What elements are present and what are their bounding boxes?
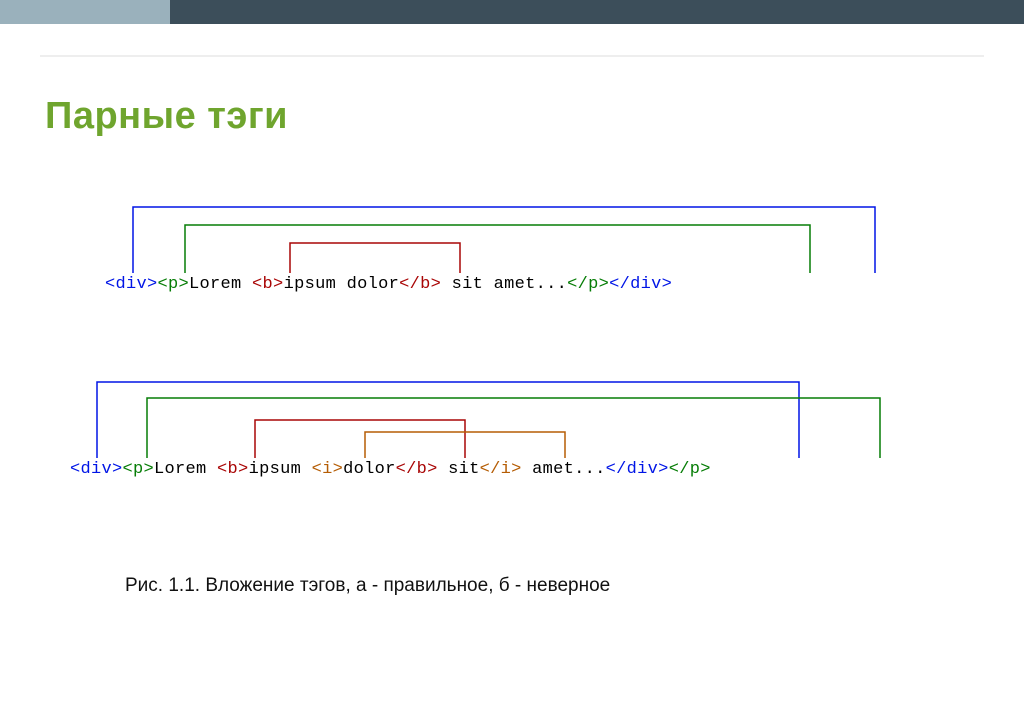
header-accent [0,0,170,24]
text-sit-b: sit [438,460,480,479]
tag-b-open: <b> [252,275,284,294]
brackets-a [65,195,960,275]
text-amet-b: amet... [522,460,606,479]
tag-div-open: <div> [105,275,158,294]
tag-b-close-b: </b> [396,460,438,479]
page-title: Парные тэги [45,95,288,138]
tag-b-close: </b> [399,275,441,294]
code-line-a: <div><p>Lorem <b>ipsum dolor</b> sit ame… [105,275,672,294]
tag-p-open: <p> [158,275,190,294]
figure-caption: Рис. 1.1. Вложение тэгов, а - правильное… [125,575,610,597]
text-lorem: Lorem [189,275,252,294]
header-bar [0,0,1024,24]
tag-div-open-b: <div> [70,460,123,479]
text-ipsum-dolor: ipsum dolor [284,275,400,294]
tag-div-close-b: </div> [606,460,669,479]
example-b: <div><p>Lorem <b>ipsum <i>dolor</b> sit<… [65,370,960,490]
tag-i-open-b: <i> [312,460,344,479]
tag-p-close-b: </p> [669,460,711,479]
tag-p-open-b: <p> [123,460,155,479]
code-line-b: <div><p>Lorem <b>ipsum <i>dolor</b> sit<… [70,460,711,479]
tag-i-close-b: </i> [480,460,522,479]
text-sit-amet: sit amet... [441,275,567,294]
brackets-b [65,370,960,460]
text-dolor-b: dolor [343,460,396,479]
example-a: <div><p>Lorem <b>ipsum dolor</b> sit ame… [65,195,960,305]
text-ipsum-b: ipsum [249,460,312,479]
tag-div-close: </div> [609,275,672,294]
tag-b-open-b: <b> [217,460,249,479]
divider [40,55,984,57]
tag-p-close: </p> [567,275,609,294]
text-lorem-b: Lorem [154,460,217,479]
